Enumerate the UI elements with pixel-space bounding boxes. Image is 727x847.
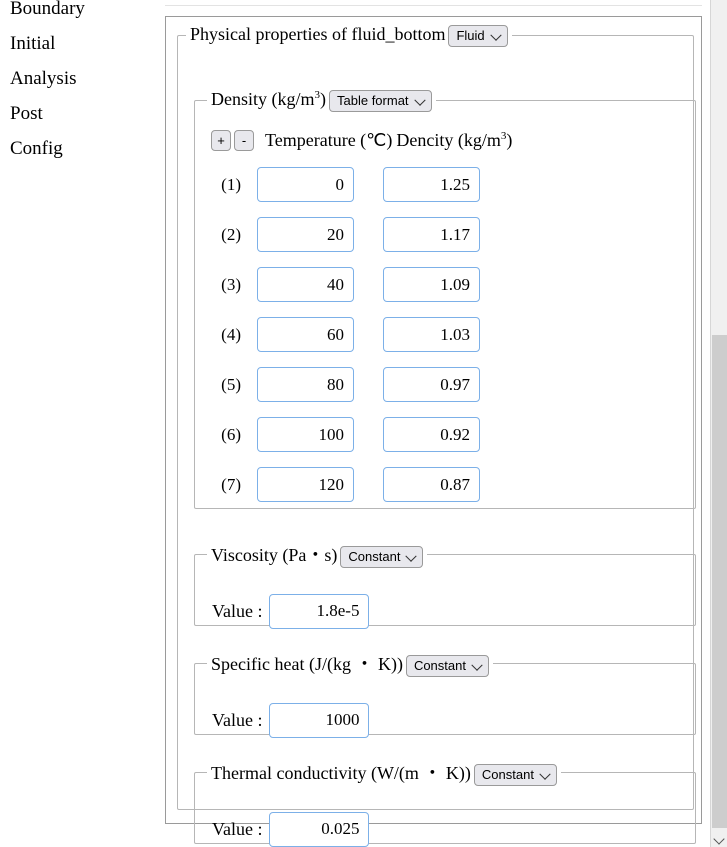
sidebar-item-label: Analysis — [10, 68, 77, 89]
viscosity-legend-text: Viscosity (Pa・s) — [211, 544, 338, 565]
remove-row-button[interactable]: - — [234, 129, 254, 151]
density-column-header: Dencity (kg/m3) — [396, 129, 513, 150]
temperature-input[interactable] — [257, 417, 354, 453]
physical-properties-legend: Physical properties of fluid_bottom Fluid — [186, 24, 512, 47]
density-legend: Density (kg/m3) Table format — [207, 89, 436, 112]
temperature-input[interactable] — [257, 467, 354, 503]
add-row-button[interactable]: + — [211, 129, 231, 151]
specific-heat-mode-select[interactable]: Constant — [405, 654, 489, 677]
row-index: (5) — [221, 374, 241, 394]
viscosity-fieldset: Viscosity (Pa・s) Constant Value : — [194, 540, 696, 629]
sidebar-item-initial[interactable]: Initial — [0, 26, 160, 61]
table-row: (4) — [195, 310, 695, 360]
sidebar-item-label: Post — [10, 103, 43, 124]
density-input[interactable] — [383, 417, 480, 453]
table-row: (6) — [195, 410, 695, 460]
sidebar-item-label: Initial — [10, 33, 56, 54]
specific-heat-fieldset: Specific heat (J/(kg ・ K)) Constant Value… — [194, 649, 696, 738]
viscosity-legend: Viscosity (Pa・s) Constant — [207, 541, 427, 568]
temperature-column-header: Temperature (℃) — [265, 129, 393, 150]
sidebar-item-analysis[interactable]: Analysis — [0, 61, 160, 96]
temperature-input[interactable] — [257, 317, 354, 353]
specific-heat-legend-text: Specific heat (J/(kg ・ K)) — [211, 653, 403, 674]
table-row: (3) — [195, 260, 695, 310]
thermal-conductivity-fieldset: Thermal conductivity (W/(m ・ K)) Constant… — [194, 758, 696, 847]
sidebar-item-post[interactable]: Post — [0, 96, 160, 131]
row-index: (6) — [221, 424, 241, 444]
row-index: (1) — [221, 174, 241, 194]
specific-heat-value-row: Value : — [212, 702, 370, 738]
density-input[interactable] — [383, 167, 480, 203]
page-viewport: Boundary Initial Analysis Post Config Ph… — [0, 0, 710, 847]
scroll-down-arrow-icon[interactable] — [711, 829, 727, 847]
sidebar-item-label: Boundary — [10, 0, 85, 19]
density-input[interactable] — [383, 317, 480, 353]
density-input[interactable] — [383, 217, 480, 253]
row-index: (2) — [221, 224, 241, 244]
properties-panel: Physical properties of fluid_bottom Fluid… — [165, 16, 702, 847]
material-type-select[interactable]: Fluid — [448, 24, 508, 47]
specific-heat-value-input[interactable] — [269, 702, 370, 738]
table-row: (1) — [195, 160, 695, 210]
density-row-controls: + - Temperature (℃) Dencity (kg/m3) — [211, 129, 512, 151]
table-row: (5) — [195, 360, 695, 410]
column-headers: Temperature (℃) Dencity (kg/m3) — [265, 130, 512, 151]
table-row: (7) — [195, 460, 695, 510]
physical-properties-fieldset: Physical properties of fluid_bottom Fluid… — [177, 24, 696, 847]
temperature-input[interactable] — [257, 217, 354, 253]
density-legend-text: Density (kg/m3) — [211, 88, 326, 109]
sidebar-nav: Boundary Initial Analysis Post Config — [0, 0, 160, 847]
thermal-conductivity-mode-select[interactable]: Constant — [473, 763, 557, 786]
density-input[interactable] — [383, 267, 480, 303]
specific-heat-value-label: Value : — [212, 709, 263, 730]
row-index: (4) — [221, 324, 241, 344]
density-input[interactable] — [383, 367, 480, 403]
temperature-input[interactable] — [257, 167, 354, 203]
temperature-input[interactable] — [257, 367, 354, 403]
top-divider — [165, 0, 702, 6]
density-format-select[interactable]: Table format — [329, 89, 432, 112]
thermal-conductivity-value-input[interactable] — [269, 811, 370, 847]
thermal-conductivity-legend-text: Thermal conductivity (W/(m ・ K)) — [211, 762, 471, 783]
density-fieldset: Density (kg/m3) Table format + - Temperat… — [194, 88, 696, 510]
sidebar-item-config[interactable]: Config — [0, 131, 160, 166]
vertical-scrollbar[interactable] — [710, 0, 727, 847]
scrollbar-thumb[interactable] — [712, 335, 727, 828]
table-row: (2) — [195, 210, 695, 260]
thermal-conductivity-legend: Thermal conductivity (W/(m ・ K)) Constant — [207, 759, 561, 786]
density-table: (1) (2) (3) — [195, 160, 695, 510]
physical-properties-title: Physical properties of fluid_bottom — [190, 24, 446, 44]
row-index: (7) — [221, 474, 241, 494]
viscosity-value-row: Value : — [212, 593, 370, 629]
viscosity-mode-select[interactable]: Constant — [340, 545, 424, 568]
sidebar-item-boundary[interactable]: Boundary — [0, 0, 160, 26]
temperature-input[interactable] — [257, 267, 354, 303]
density-input[interactable] — [383, 467, 480, 503]
row-index: (3) — [221, 274, 241, 294]
specific-heat-legend: Specific heat (J/(kg ・ K)) Constant — [207, 650, 493, 677]
sidebar-item-label: Config — [10, 138, 63, 159]
viscosity-value-input[interactable] — [269, 593, 370, 629]
thermal-conductivity-value-row: Value : — [212, 811, 370, 847]
thermal-conductivity-value-label: Value : — [212, 818, 263, 839]
viscosity-value-label: Value : — [212, 600, 263, 621]
